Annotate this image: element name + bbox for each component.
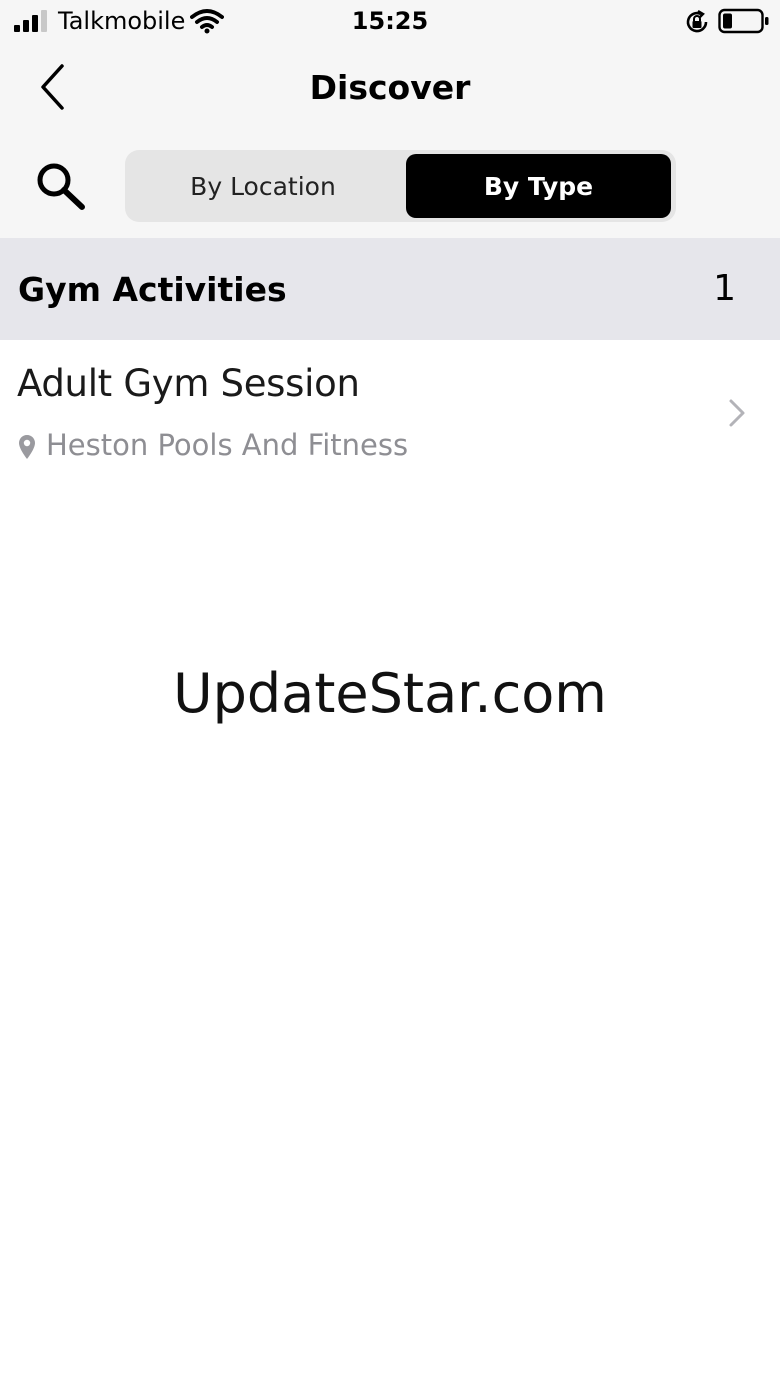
battery-icon bbox=[718, 8, 769, 34]
page-title: Discover bbox=[309, 68, 471, 107]
list-item[interactable]: Adult Gym Session Heston Pools And Fitne… bbox=[0, 340, 780, 484]
watermark-text: UpdateStar.com bbox=[173, 662, 607, 725]
segment-by-type[interactable]: By Type bbox=[406, 154, 671, 218]
activity-location: Heston Pools And Fitness bbox=[46, 428, 409, 462]
section-title: Gym Activities bbox=[18, 270, 287, 309]
activity-title: Adult Gym Session bbox=[17, 362, 360, 405]
section-count: 1 bbox=[713, 268, 736, 309]
location-pin-icon bbox=[19, 435, 35, 459]
view-mode-segmented-control: By Location By Type bbox=[125, 150, 676, 222]
status-time: 15:25 bbox=[351, 7, 429, 35]
status-bar: Talkmobile 15:25 bbox=[0, 0, 780, 44]
section-header: Gym Activities 1 bbox=[0, 238, 780, 340]
navigation-bar: Discover By Location By Type bbox=[0, 44, 780, 238]
search-button[interactable] bbox=[28, 156, 94, 216]
lock-rotation-icon bbox=[686, 9, 708, 33]
discover-screen: Talkmobile 15:25 Discover By Location By… bbox=[0, 0, 780, 1387]
segment-by-location[interactable]: By Location bbox=[129, 154, 397, 218]
chevron-right-icon bbox=[729, 399, 745, 427]
search-icon bbox=[37, 163, 85, 210]
